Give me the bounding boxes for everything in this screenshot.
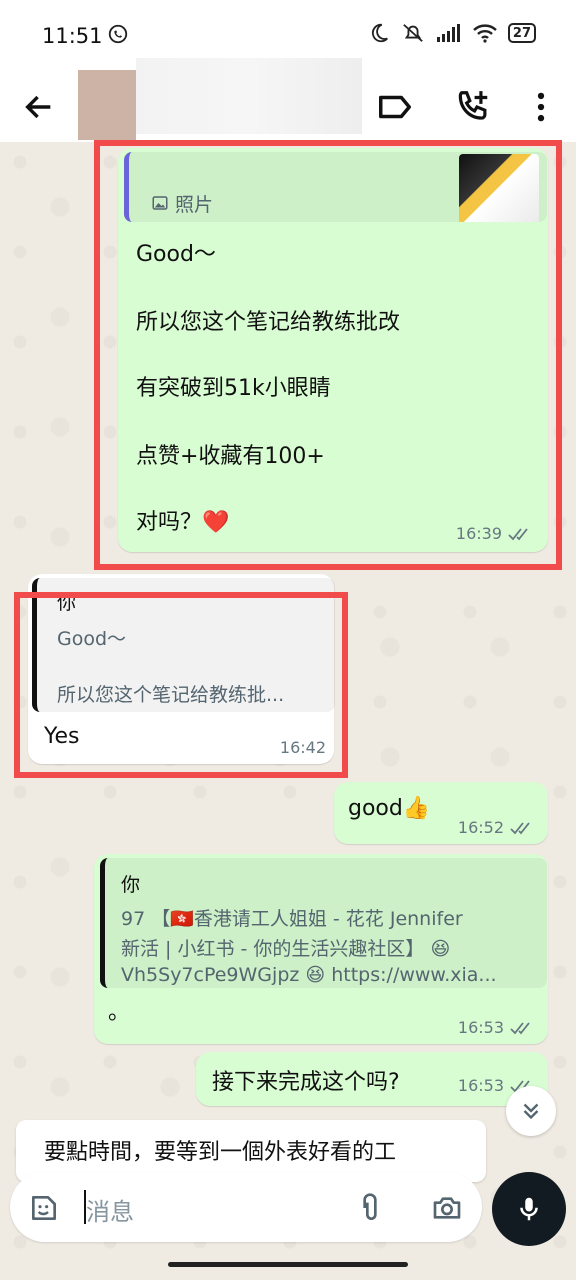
message-input[interactable]: 消息	[86, 1192, 134, 1227]
contact-avatar[interactable]	[78, 70, 136, 140]
camera-icon[interactable]	[430, 1192, 464, 1224]
highlight-box	[14, 592, 348, 778]
message-text: good👍	[348, 796, 431, 821]
scroll-to-bottom-button[interactable]	[506, 1086, 556, 1136]
whatsapp-notification-icon	[108, 24, 128, 44]
quoted-message[interactable]: 你 97 【🇭🇰香港请工人姐姐 - 花花 Jennifer 新活 | 小红书 -…	[100, 858, 547, 988]
message-meta: 16:53	[458, 1018, 534, 1037]
read-ticks-icon	[510, 821, 530, 834]
battery-level: 27	[512, 25, 531, 41]
muted-bell-icon	[403, 24, 423, 42]
message-time: 16:53	[457, 1076, 504, 1095]
message-meta: 16:52	[458, 818, 534, 837]
highlight-box	[94, 140, 562, 570]
message-time: 16:52	[457, 818, 504, 837]
battery-indicator: 27	[507, 23, 536, 43]
message-input-bar: 消息	[10, 1172, 482, 1242]
message-bubble-outgoing[interactable]: good👍 16:52	[334, 782, 548, 844]
gesture-nav-handle	[168, 1262, 408, 1267]
message-bubble-outgoing[interactable]: 接下来完成这个吗? 16:53	[196, 1052, 548, 1106]
quoted-line: Vh5Sy7cPe9WGjpz 😆 https://www.xia...	[121, 964, 497, 986]
voice-message-button[interactable]	[492, 1172, 566, 1246]
message-text: 要點時間，要等到一個外表好看的工	[44, 1140, 397, 1165]
contact-name-blurred[interactable]	[136, 58, 362, 134]
chat-header	[0, 58, 576, 142]
status-icons: 27	[368, 22, 536, 44]
message-time: 16:53	[457, 1018, 504, 1037]
more-options-icon[interactable]	[522, 88, 560, 126]
wifi-icon	[473, 24, 497, 43]
add-call-icon[interactable]	[454, 88, 492, 126]
read-ticks-icon	[510, 1021, 530, 1034]
message-text: 。	[108, 1000, 131, 1025]
do-not-disturb-moon-icon	[371, 23, 388, 43]
message-bubble-outgoing[interactable]: 你 97 【🇭🇰香港请工人姐姐 - 花花 Jennifer 新活 | 小红书 -…	[94, 854, 548, 1044]
sticker-icon[interactable]	[28, 1192, 60, 1224]
status-time: 11:51	[42, 24, 103, 48]
microphone-icon	[520, 1197, 538, 1221]
double-chevron-down-icon	[523, 1103, 539, 1120]
signal-icon	[436, 24, 460, 42]
quoted-author: 你	[121, 874, 141, 896]
quoted-line: 新活 | 小红书 - 你的生活兴趣社区】 😆	[121, 938, 451, 960]
quoted-line: 97 【🇭🇰香港请工人姐姐 - 花花 Jennifer	[121, 908, 463, 930]
attach-icon[interactable]	[354, 1192, 386, 1224]
message-text: 接下来完成这个吗?	[212, 1070, 400, 1095]
label-icon[interactable]	[376, 88, 414, 126]
back-arrow-icon[interactable]	[22, 90, 56, 124]
